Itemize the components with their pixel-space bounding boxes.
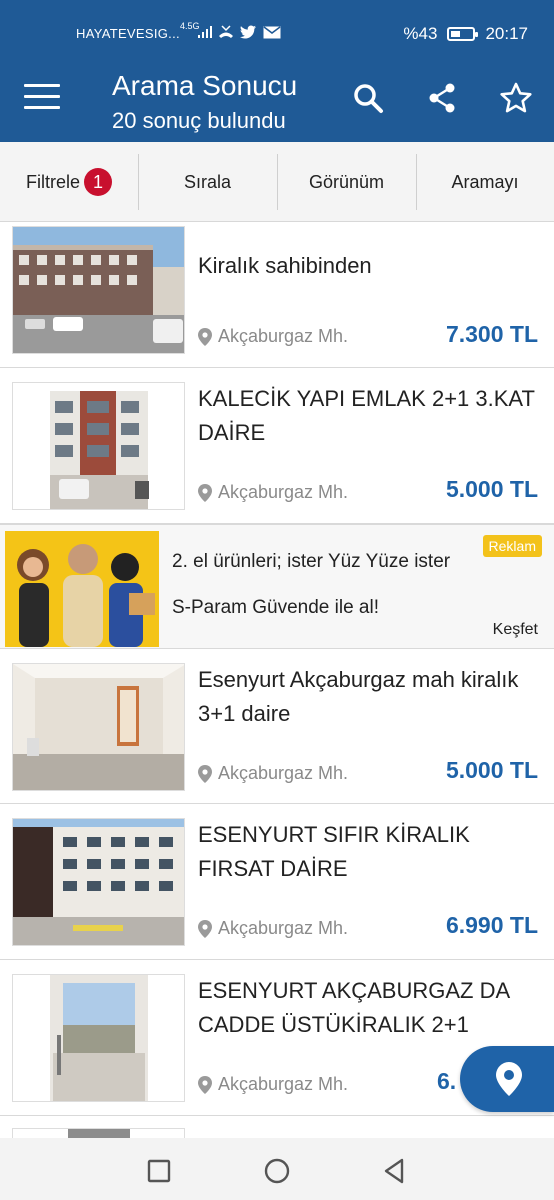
sort-button[interactable]: Sırala — [138, 142, 277, 222]
home-icon[interactable] — [262, 1156, 292, 1186]
listing-price: 6.990 TL — [445, 912, 538, 938]
action-toolbar: Filtrele 1 Sırala Görünüm Aramayı Kaydet — [0, 142, 554, 222]
listing-photo — [12, 1128, 185, 1138]
location-pin-icon — [198, 1075, 212, 1094]
location-pin-icon — [496, 1062, 522, 1096]
battery-icon — [447, 27, 479, 41]
ad-badge: Reklam — [482, 535, 542, 557]
view-label: Görünüm — [308, 171, 385, 192]
listing-card[interactable]: Kiralık sahibinden Akçaburgaz Mh. 7.300 … — [0, 222, 554, 368]
filter-button[interactable]: Filtrele 1 — [0, 142, 138, 222]
listing-price: 5.000 TL — [445, 757, 538, 783]
search-icon[interactable] — [350, 80, 386, 116]
save-search-label: Aramayı Kaydet — [451, 172, 519, 192]
listing-location: Akçaburgaz Mh. — [198, 326, 348, 347]
listing-location: Akçaburgaz Mh. — [198, 763, 348, 784]
location-pin-icon — [198, 483, 212, 502]
battery-percent: %43 — [403, 24, 438, 43]
listing-card[interactable]: ESENYURT SIFIR KİRALIK FIRSAT DAİRE Akça… — [0, 804, 554, 960]
save-search-button[interactable]: Aramayı Kaydet — [416, 142, 554, 222]
location-text: Akçaburgaz Mh. — [218, 918, 349, 938]
twitter-icon — [240, 25, 256, 39]
signal-icon — [198, 26, 212, 38]
status-icons — [198, 25, 281, 39]
recent-apps-icon[interactable] — [144, 1156, 174, 1186]
listing-card[interactable]: Esenyurt Akçaburgaz mah kiralık 3+1 dair… — [0, 649, 554, 804]
app-bar: Arama Sonucu 20 sonuç bulundu — [0, 62, 554, 142]
map-view-button[interactable] — [460, 1046, 554, 1112]
listing-title: Kiralık sahibinden — [198, 253, 372, 278]
share-icon[interactable] — [424, 80, 460, 116]
listing-location: Akçaburgaz Mh. — [198, 482, 348, 503]
system-nav-bar — [0, 1138, 554, 1200]
listing-photo — [12, 974, 185, 1102]
listing-location: Akçaburgaz Mh. — [198, 918, 348, 939]
filter-label: Filtrele — [25, 171, 80, 192]
location-pin-icon — [198, 327, 212, 346]
status-bar: HAYATEVESIG... 4.5G %43 20:17 — [0, 0, 554, 62]
top-bar: HAYATEVESIG... 4.5G %43 20:17 Arama Sonu… — [0, 0, 554, 142]
listing-photo — [12, 818, 185, 946]
location-text: Akçaburgaz Mh. — [218, 763, 349, 783]
status-right: %43 20:17 — [403, 24, 528, 44]
mail-icon — [263, 25, 281, 38]
carrier-name: HAYATEVESIG... — [76, 26, 180, 41]
listing-price: 6. — [437, 1068, 457, 1094]
listing-price: 7.300 TL — [445, 321, 538, 347]
listing-title: KALECİK YAPI EMLAK 2+1 3.KAT DAİRE — [198, 386, 535, 445]
ad-image — [5, 531, 159, 647]
star-icon[interactable] — [498, 80, 534, 116]
location-text: Akçaburgaz Mh. — [218, 1074, 349, 1094]
view-button[interactable]: Görünüm — [277, 142, 416, 222]
listing-photo — [12, 382, 185, 510]
location-pin-icon — [198, 764, 212, 783]
listing-title: ESENYURT SIFIR KİRALIK FIRSAT DAİRE — [198, 822, 470, 881]
network-type: 4.5G — [180, 21, 200, 31]
listing-title: ESENYURT AKÇABURGAZ DA CADDE ÜSTÜKİRALIK… — [198, 978, 509, 1037]
menu-icon[interactable] — [24, 84, 60, 114]
sort-label: Sırala — [183, 171, 232, 192]
filter-count-badge: 1 — [84, 168, 112, 196]
page-title: Arama Sonucu — [112, 70, 298, 101]
listing-photo — [12, 226, 185, 354]
listing-photo — [12, 663, 185, 791]
listing-location: Akçaburgaz Mh. — [198, 1074, 348, 1095]
ad-cta-link[interactable]: Keşfet — [493, 621, 538, 639]
listing-title: Esenyurt Akçaburgaz mah kiralık 3+1 dair… — [198, 667, 519, 726]
ad-text: 2. el ürünleri; ister Yüz Yüze ister S-P… — [172, 551, 451, 618]
listing-price: 5.000 TL — [445, 476, 538, 502]
back-icon[interactable] — [380, 1156, 410, 1186]
listing-card[interactable]: KALECİK YAPI EMLAK 2+1 3.KAT DAİRE Akçab… — [0, 368, 554, 524]
listing-card[interactable] — [0, 1116, 554, 1138]
location-pin-icon — [198, 919, 212, 938]
location-text: Akçaburgaz Mh. — [218, 326, 349, 346]
results-list: Kiralık sahibinden Akçaburgaz Mh. 7.300 … — [0, 222, 554, 1138]
clock: 20:17 — [485, 24, 528, 43]
missed-call-icon — [219, 25, 233, 38]
location-text: Akçaburgaz Mh. — [218, 482, 349, 502]
result-count: 20 sonuç bulundu — [112, 108, 286, 133]
ad-banner[interactable]: 2. el ürünleri; ister Yüz Yüze ister S-P… — [0, 524, 554, 649]
